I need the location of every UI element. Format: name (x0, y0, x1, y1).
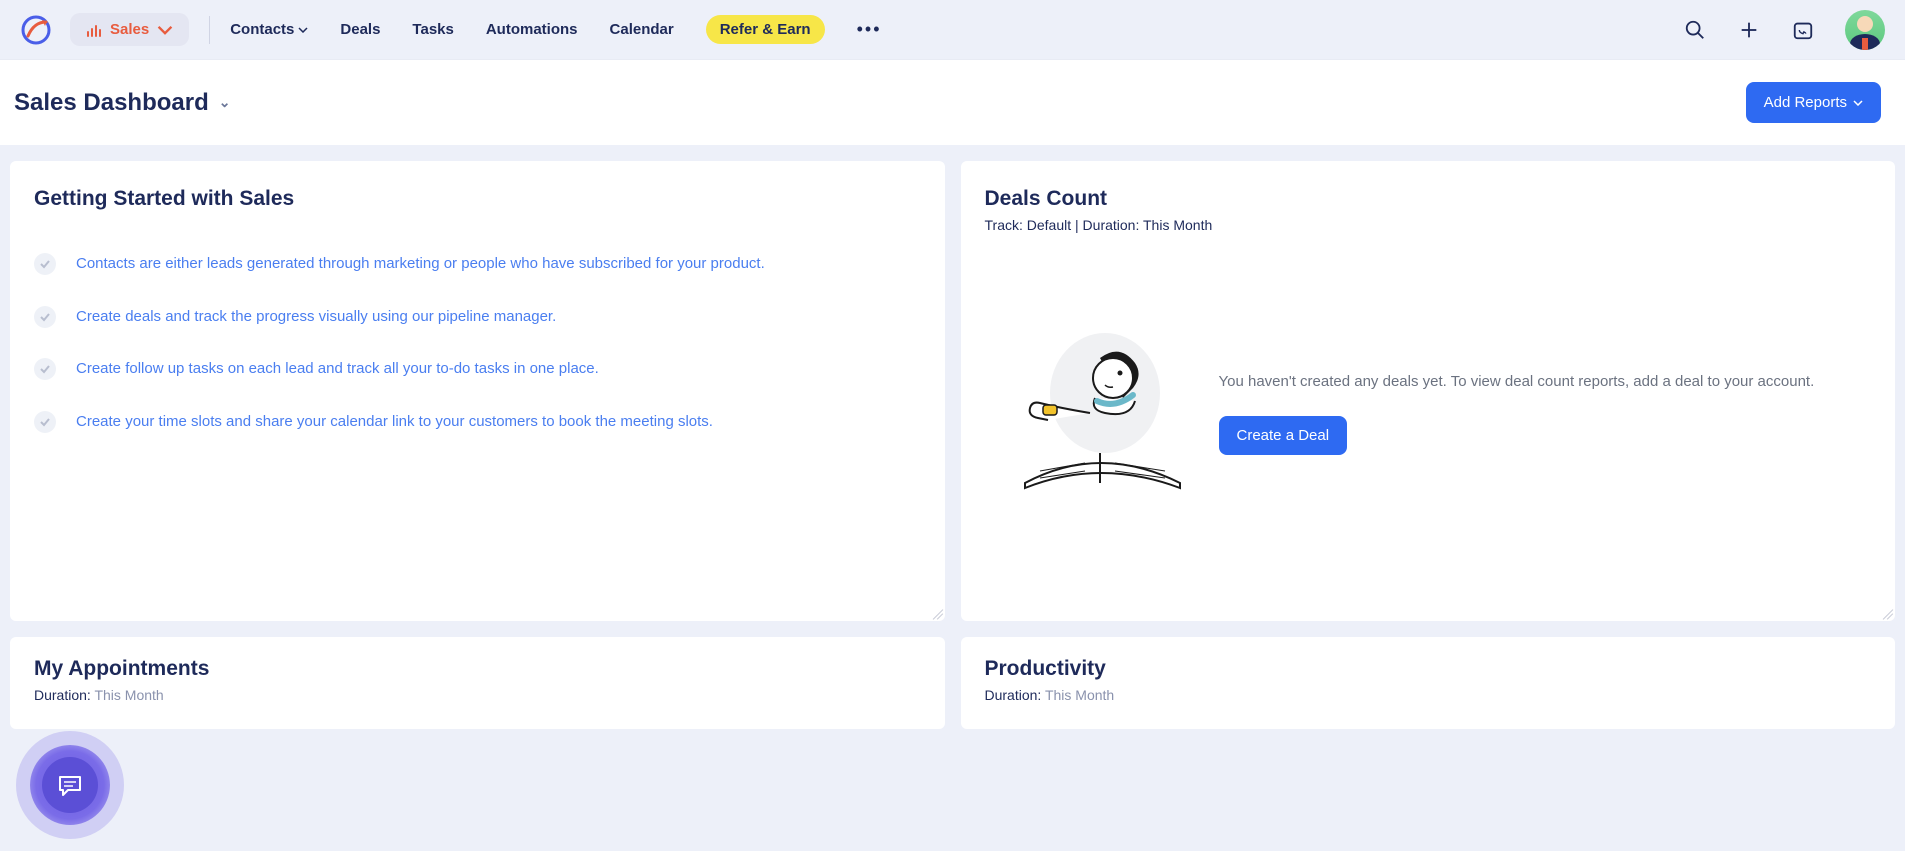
card-title: Getting Started with Sales (34, 187, 921, 211)
card-deals-count: Deals Count Track: Default | Duration: T… (961, 161, 1896, 621)
nav-refer-earn[interactable]: Refer & Earn (706, 15, 825, 44)
topbar-actions (1683, 10, 1885, 50)
add-reports-button[interactable]: Add Reports (1746, 82, 1881, 123)
nav-tasks[interactable]: Tasks (412, 21, 453, 38)
card-title: Productivity (985, 657, 1872, 681)
search-icon[interactable] (1683, 18, 1707, 42)
duration-label: Duration: (34, 687, 94, 703)
create-deal-label: Create a Deal (1237, 427, 1330, 444)
chat-fab[interactable] (30, 745, 110, 825)
checklist-link[interactable]: Create your time slots and share your ca… (76, 411, 713, 434)
page-header: Sales Dashboard ⌄ Add Reports (0, 60, 1905, 145)
page-title-text: Sales Dashboard (14, 89, 209, 117)
checklist-item: Create follow up tasks on each lead and … (34, 358, 921, 381)
check-icon (34, 306, 56, 328)
card-subtitle: Duration: This Month (985, 687, 1872, 703)
topbar: Sales Contacts Deals Tasks Automations C… (0, 0, 1905, 60)
empty-content: You haven't created any deals yet. To vi… (1219, 371, 1815, 455)
add-reports-label: Add Reports (1764, 94, 1847, 111)
nav-deals[interactable]: Deals (340, 21, 380, 38)
nav-label: Refer & Earn (720, 21, 811, 38)
dashboard-grid: Getting Started with Sales Contacts are … (0, 145, 1905, 745)
checklist-link[interactable]: Contacts are either leads generated thro… (76, 253, 765, 276)
check-icon (34, 411, 56, 433)
nav-label: Tasks (412, 21, 453, 38)
nav-contacts[interactable]: Contacts (230, 21, 308, 38)
resize-handle[interactable] (1877, 603, 1893, 619)
empty-state: You haven't created any deals yet. To vi… (985, 323, 1872, 503)
page-title-dropdown[interactable]: Sales Dashboard ⌄ (14, 89, 230, 117)
card-appointments: My Appointments Duration: This Month (10, 637, 945, 729)
card-productivity: Productivity Duration: This Month (961, 637, 1896, 729)
nav-more[interactable]: ••• (857, 19, 882, 40)
app-switcher-label: Sales (110, 21, 149, 38)
chat-icon (42, 757, 98, 813)
track-label: Track: (985, 217, 1027, 233)
create-deal-button[interactable]: Create a Deal (1219, 416, 1348, 455)
empty-illustration (1005, 323, 1195, 503)
nav-calendar[interactable]: Calendar (610, 21, 674, 38)
separator: | (1071, 217, 1082, 233)
card-title: Deals Count (985, 187, 1872, 211)
phone-calendar-icon[interactable] (1791, 18, 1815, 42)
bars-icon (86, 22, 102, 38)
checklist-link[interactable]: Create deals and track the progress visu… (76, 306, 556, 329)
duration-label: Duration: (1083, 217, 1143, 233)
checklist-item: Create deals and track the progress visu… (34, 306, 921, 329)
card-title: My Appointments (34, 657, 921, 681)
add-icon[interactable] (1737, 18, 1761, 42)
card-getting-started: Getting Started with Sales Contacts are … (10, 161, 945, 621)
check-icon (34, 358, 56, 380)
check-icon (34, 253, 56, 275)
card-subtitle: Duration: This Month (34, 687, 921, 703)
nav-label: Deals (340, 21, 380, 38)
track-value: Default (1027, 217, 1071, 233)
duration-value: This Month (1045, 687, 1114, 703)
chevron-down-icon (157, 22, 173, 38)
app-switcher[interactable]: Sales (70, 13, 189, 46)
checklist-item: Create your time slots and share your ca… (34, 411, 921, 434)
nav-label: Automations (486, 21, 578, 38)
chevron-down-icon (298, 27, 308, 33)
chevron-down-icon: ⌄ (219, 94, 231, 111)
checklist-link[interactable]: Create follow up tasks on each lead and … (76, 358, 599, 381)
nav-label: Calendar (610, 21, 674, 38)
user-avatar[interactable] (1845, 10, 1885, 50)
card-subtitle: Track: Default | Duration: This Month (985, 217, 1872, 233)
duration-value: This Month (1143, 217, 1212, 233)
nav-label: Contacts (230, 21, 294, 38)
empty-message: You haven't created any deals yet. To vi… (1219, 371, 1815, 394)
divider (209, 16, 210, 44)
duration-value: This Month (94, 687, 163, 703)
checklist: Contacts are either leads generated thro… (34, 253, 921, 433)
app-logo[interactable] (20, 14, 52, 46)
checklist-item: Contacts are either leads generated thro… (34, 253, 921, 276)
main-nav: Contacts Deals Tasks Automations Calenda… (230, 15, 881, 44)
nav-automations[interactable]: Automations (486, 21, 578, 38)
duration-label: Duration: (985, 687, 1045, 703)
resize-handle[interactable] (927, 603, 943, 619)
chevron-down-icon (1853, 100, 1863, 106)
